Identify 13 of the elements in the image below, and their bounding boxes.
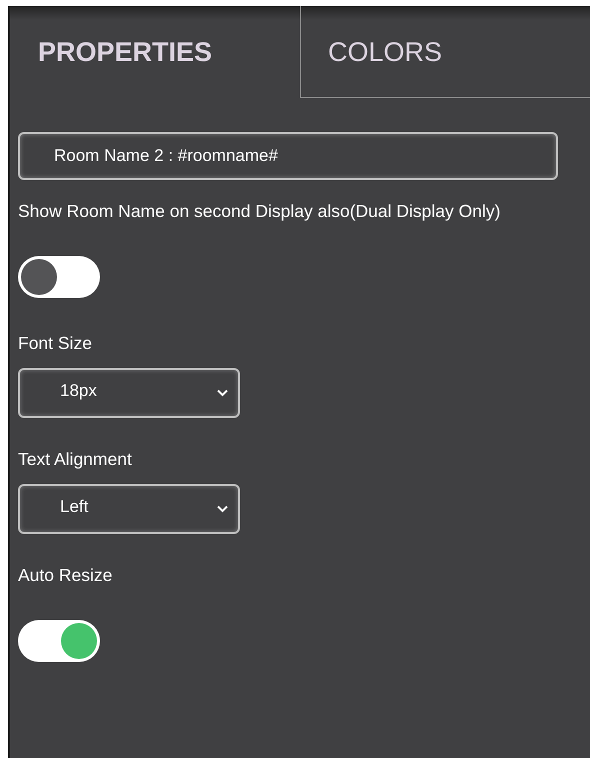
field-label: Auto Resize bbox=[18, 564, 114, 586]
caret-icon bbox=[217, 389, 228, 397]
tab[interactable]: COLORS bbox=[300, 6, 590, 98]
field-label: Font Size bbox=[18, 332, 93, 354]
dropdown[interactable]: Left bbox=[18, 484, 240, 534]
field-label: Show Room Name on second Display also(Dual Display Only) bbox=[18, 200, 502, 222]
room-name-field[interactable]: Room Name 2 : #roomname# bbox=[18, 132, 558, 180]
caret-icon bbox=[217, 505, 228, 513]
toggle-switch[interactable] bbox=[18, 620, 100, 662]
dropdown[interactable]: 18px bbox=[18, 368, 240, 418]
toggle-switch[interactable] bbox=[18, 256, 100, 298]
tab[interactable]: PROPERTIES bbox=[10, 6, 300, 98]
field-label: Text Alignment bbox=[18, 448, 133, 470]
